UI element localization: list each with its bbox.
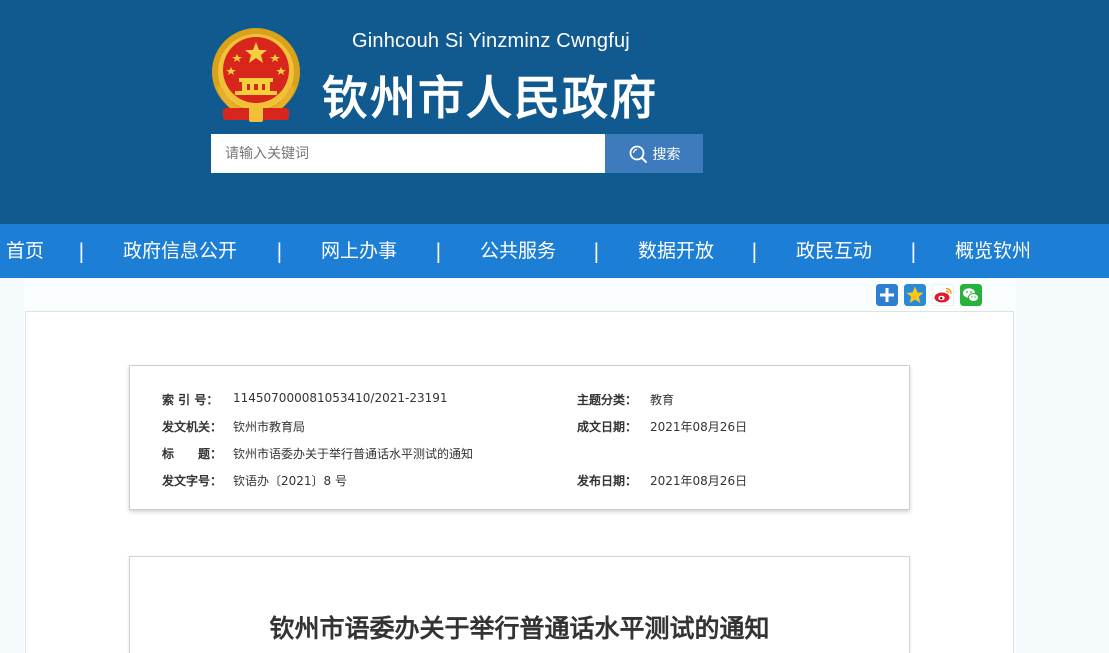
document-number-value: 钦语办〔2021〕8 号	[233, 474, 347, 488]
document-info-box: 索 引 号： 114507000081053410/2021-23191 主题分…	[129, 365, 910, 510]
nav-item-public-services[interactable]: 公共服务	[480, 238, 556, 264]
national-emblem-icon[interactable]	[209, 26, 303, 124]
created-date-value: 2021年08月26日	[650, 420, 748, 434]
topic-label: 主题分类：	[577, 393, 638, 407]
created-date-label: 成文日期：	[577, 420, 638, 434]
qzone-star-icon[interactable]	[904, 284, 926, 306]
site-header: Ginhcouh Si Yinzminz Cwngfuj 钦州市人民政府 搜索	[0, 0, 1109, 224]
search-button[interactable]: 搜索	[605, 134, 703, 173]
nav-separator: |	[910, 239, 917, 263]
issuer-value: 钦州市教育局	[233, 420, 306, 434]
nav-item-overview[interactable]: 概览钦州	[955, 238, 1031, 264]
title-value: 钦州市语委办关于举行普通话水平测试的通知	[233, 447, 474, 461]
nav-item-gov-info[interactable]: 政府信息公开	[123, 238, 237, 264]
search-icon	[629, 145, 647, 163]
search-input[interactable]	[211, 134, 605, 173]
site-title[interactable]: 钦州市人民政府	[322, 62, 658, 128]
index-number-value: 114507000081053410/2021-23191	[233, 391, 448, 405]
nav-separator: |	[78, 239, 85, 263]
site-subtitle: Ginhcouh Si Yinzminz Cwngfuj	[352, 30, 630, 52]
nav-item-interaction[interactable]: 政民互动	[796, 238, 872, 264]
wechat-icon[interactable]	[960, 284, 982, 306]
issuer-label: 发文机关：	[162, 420, 223, 434]
share-plus-icon[interactable]	[876, 284, 898, 306]
published-date-label: 发布日期：	[577, 474, 638, 488]
title-label: 标 题：	[162, 447, 223, 461]
index-number-label: 索 引 号：	[162, 393, 219, 407]
document-number-label: 发文字号：	[162, 474, 223, 488]
topic-value: 教育	[650, 393, 675, 407]
weibo-icon[interactable]	[932, 284, 954, 306]
nav-item-online-services[interactable]: 网上办事	[321, 238, 397, 264]
nav-item-home[interactable]: 首页	[6, 238, 44, 264]
published-date-value: 2021年08月26日	[650, 474, 748, 488]
nav-separator: |	[593, 239, 600, 263]
nav-item-open-data[interactable]: 数据开放	[638, 238, 714, 264]
article-box: 钦州市语委办关于举行普通话水平测试的通知	[129, 556, 910, 653]
nav-separator: |	[276, 239, 283, 263]
nav-separator: |	[435, 239, 442, 263]
search-button-label: 搜索	[652, 146, 681, 163]
share-bar	[876, 284, 982, 306]
main-nav: 首页 | 政府信息公开 | 网上办事 | 公共服务 | 数据开放 | 政民互动 …	[0, 224, 1109, 278]
nav-separator: |	[751, 239, 758, 263]
article-title: 钦州市语委办关于举行普通话水平测试的通知	[269, 614, 770, 643]
